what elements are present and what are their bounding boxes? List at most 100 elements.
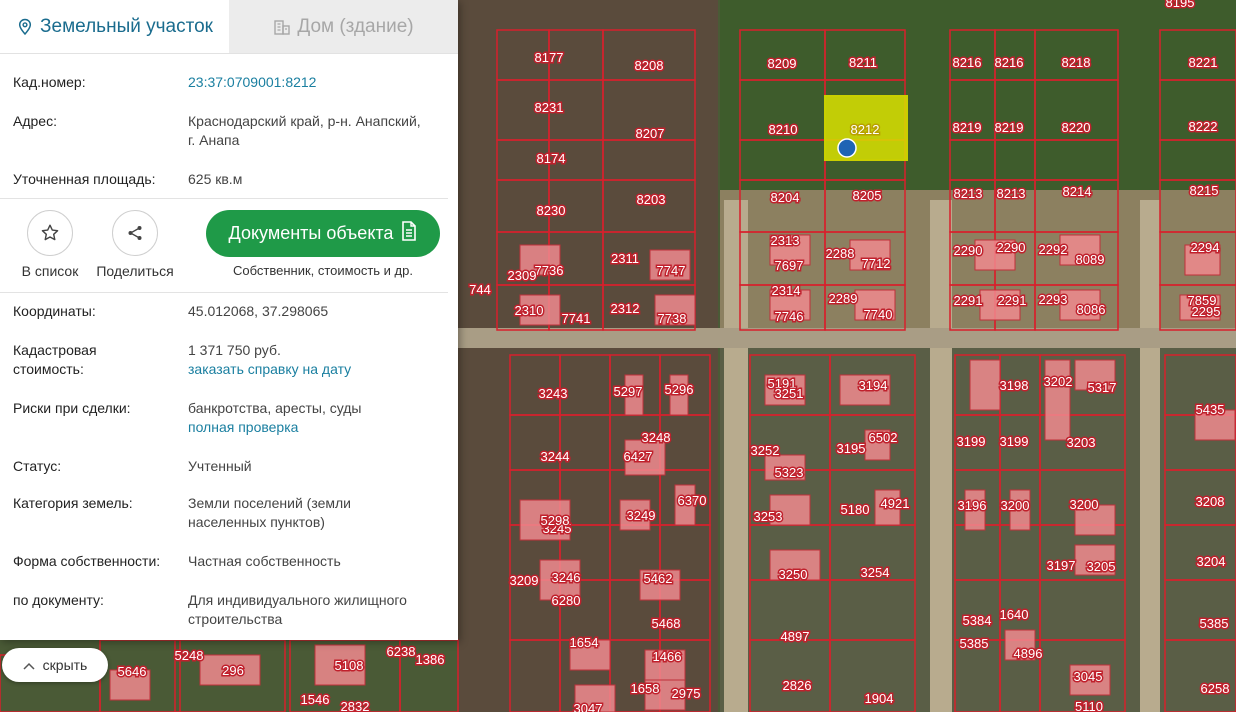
parcel-label[interactable]: 2975	[670, 685, 702, 703]
parcel-label[interactable]: 2832	[339, 698, 371, 712]
parcel-label[interactable]: 2290	[952, 242, 984, 260]
parcel-label[interactable]: 3205	[1085, 558, 1117, 576]
parcel-label[interactable]: 8177	[533, 49, 565, 67]
add-to-list-button[interactable]: В список	[20, 210, 80, 279]
parcel-label[interactable]: 2826	[781, 677, 813, 695]
parcel-label[interactable]: 5468	[650, 615, 682, 633]
parcel-label[interactable]: 2309	[506, 267, 538, 285]
parcel-label[interactable]: 8218	[1060, 54, 1092, 72]
parcel-label[interactable]: 296	[221, 662, 246, 680]
parcel-label[interactable]: 2312	[609, 300, 641, 318]
parcel-label[interactable]: 7741	[560, 310, 592, 328]
parcel-label[interactable]: 8207	[634, 125, 666, 143]
parcel-label[interactable]: 5248	[173, 647, 205, 665]
documents-button[interactable]: Документы объекта	[206, 210, 440, 257]
parcel-label[interactable]: 3244	[539, 448, 571, 466]
parcel-label[interactable]: 2291	[952, 292, 984, 310]
parcel-label[interactable]: 6427	[622, 448, 654, 466]
parcel-label[interactable]: 4897	[779, 628, 811, 646]
parcel-label[interactable]: 8174	[535, 150, 567, 168]
parcel-label[interactable]: 3045	[1072, 668, 1104, 686]
parcel-label[interactable]: 8195	[1164, 0, 1196, 12]
parcel-label[interactable]: 2290	[995, 239, 1027, 257]
parcel-label[interactable]: 5323	[773, 464, 805, 482]
parcel-label[interactable]: 2311	[610, 250, 641, 268]
parcel-label[interactable]: 2288	[824, 245, 856, 263]
parcel-label[interactable]: 3249	[625, 507, 657, 525]
parcel-label[interactable]: 3209	[508, 572, 540, 590]
parcel-label[interactable]: 8214	[1061, 183, 1093, 201]
parcel-label[interactable]: 8230	[535, 202, 567, 220]
parcel-label[interactable]: 3204	[1195, 553, 1227, 571]
parcel-label[interactable]: 4921	[879, 495, 911, 513]
parcel-label[interactable]: 2310	[513, 302, 545, 320]
parcel-label[interactable]: 1654	[568, 634, 600, 652]
parcel-label[interactable]: 1386	[414, 651, 446, 669]
parcel-label[interactable]: 1658	[629, 680, 661, 698]
parcel-label[interactable]: 7747	[655, 262, 687, 280]
parcel-label[interactable]: 3252	[749, 442, 781, 460]
order-certificate-link[interactable]: заказать справку на дату	[188, 360, 444, 379]
parcel-label[interactable]: 8213	[995, 185, 1027, 203]
parcel-label[interactable]: 3200	[999, 497, 1031, 515]
parcel-label[interactable]: 2293	[1037, 291, 1069, 309]
parcel-label[interactable]: 6370	[676, 492, 708, 510]
parcel-label[interactable]: 2314	[770, 282, 802, 300]
parcel-label[interactable]: 8203	[635, 191, 667, 209]
parcel-label[interactable]: 3250	[777, 566, 809, 584]
parcel-label[interactable]: 1466	[651, 648, 683, 666]
parcel-label[interactable]: 8210	[767, 121, 799, 139]
hide-panel-button[interactable]: скрыть	[2, 648, 108, 682]
parcel-label[interactable]: 3200	[1068, 496, 1100, 514]
parcel-label[interactable]: 2294	[1189, 239, 1221, 257]
parcel-label[interactable]: 8219	[993, 119, 1025, 137]
parcel-label[interactable]: 3198	[998, 377, 1030, 395]
parcel-label[interactable]: 1546	[299, 691, 331, 709]
parcel-label[interactable]: 3202	[1042, 373, 1074, 391]
cadnum-link[interactable]: 23:37:0709001:8212	[188, 74, 316, 90]
tab-land-plot[interactable]: Земельный участок	[0, 0, 229, 53]
parcel-label[interactable]: 2292	[1037, 241, 1069, 259]
parcel-label[interactable]: 8086	[1075, 301, 1107, 319]
parcel-label[interactable]: 8216	[951, 54, 983, 72]
parcel-label[interactable]: 8215	[1188, 182, 1220, 200]
parcel-label[interactable]: 5646	[116, 663, 148, 681]
parcel-label[interactable]: 5385	[1198, 615, 1230, 633]
share-button[interactable]: Поделиться	[95, 210, 175, 279]
parcel-label[interactable]: 2291	[996, 292, 1028, 310]
parcel-label[interactable]: 3246	[550, 569, 582, 587]
parcel-label[interactable]: 8212	[849, 121, 881, 139]
parcel-label[interactable]: 7738	[656, 310, 688, 328]
parcel-label[interactable]: 5298	[539, 512, 571, 530]
parcel-label[interactable]: 3253	[752, 508, 784, 526]
parcel-label[interactable]: 8213	[952, 185, 984, 203]
parcel-label[interactable]: 1640	[998, 606, 1030, 624]
parcel-label[interactable]: 8231	[533, 99, 565, 117]
parcel-label[interactable]: 3251	[773, 385, 805, 403]
parcel-label[interactable]: 5297	[612, 383, 644, 401]
parcel-label[interactable]: 3195	[835, 440, 867, 458]
parcel-label[interactable]: 5385	[958, 635, 990, 653]
parcel-label[interactable]: 5384	[961, 612, 993, 630]
parcel-label[interactable]: 744	[468, 281, 493, 299]
parcel-label[interactable]: 6238	[385, 643, 417, 661]
tab-house[interactable]: Дом (здание)	[229, 0, 458, 53]
parcel-label[interactable]: 3197	[1045, 557, 1077, 575]
parcel-label[interactable]: 4896	[1012, 645, 1044, 663]
parcel-label[interactable]: 5180	[839, 501, 871, 519]
parcel-label[interactable]: 5296	[663, 381, 695, 399]
parcel-label[interactable]: 7712	[860, 255, 892, 273]
parcel-label[interactable]: 3203	[1065, 434, 1097, 452]
parcel-label[interactable]: 5110	[1074, 698, 1105, 712]
parcel-label[interactable]: 3254	[859, 564, 891, 582]
parcel-label[interactable]: 8222	[1187, 118, 1219, 136]
parcel-label[interactable]: 8216	[993, 54, 1025, 72]
parcel-label[interactable]: 5435	[1194, 401, 1226, 419]
parcel-label[interactable]: 3047	[572, 700, 604, 712]
parcel-label[interactable]: 8089	[1074, 251, 1106, 269]
parcel-label[interactable]: 3196	[956, 497, 988, 515]
parcel-label[interactable]: 2313	[769, 232, 801, 250]
parcel-label[interactable]: 8204	[769, 189, 801, 207]
parcel-label[interactable]: 5108	[333, 657, 365, 675]
parcel-label[interactable]: 8208	[633, 57, 665, 75]
